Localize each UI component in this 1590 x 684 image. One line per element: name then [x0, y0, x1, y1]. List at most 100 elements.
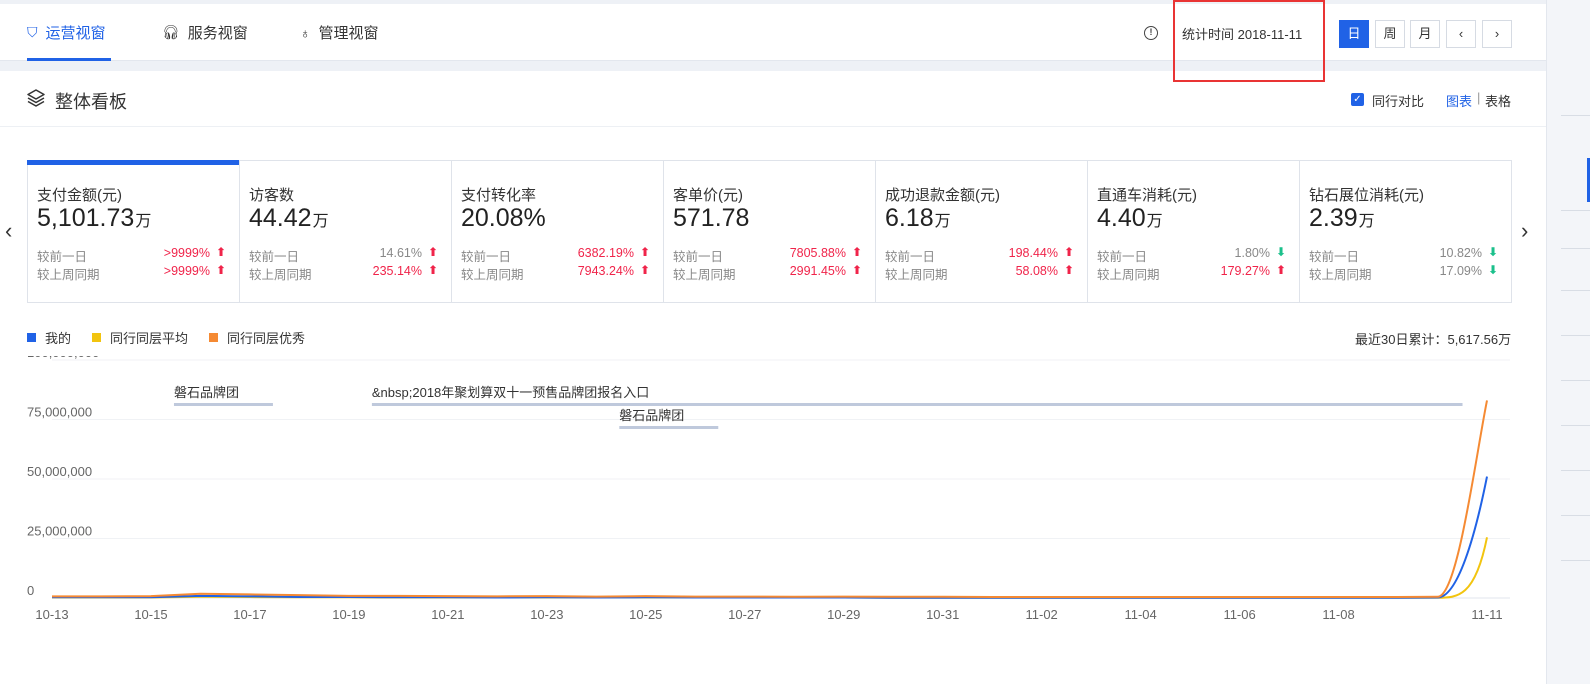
compare-label: 较上周同期 — [461, 268, 524, 282]
x-tick-label: 10-15 — [134, 607, 167, 622]
x-tick-label: 11-11 — [1471, 607, 1502, 622]
legend-label: 同行同层优秀 — [227, 330, 306, 346]
kpi-unit: 万 — [1146, 213, 1163, 230]
compare-prev-week: 较上周同期 >9999% ⬆ — [37, 263, 232, 283]
x-tick-label: 10-29 — [827, 607, 860, 622]
kpi-label: 访客数 — [249, 187, 295, 204]
kpi-value: 5,101.73万 — [37, 204, 151, 233]
strip-divider — [1561, 380, 1590, 381]
kpi-unit: 万 — [1358, 213, 1375, 230]
compare-prev-week: 较上周同期 235.14% ⬆ — [249, 263, 444, 283]
legend-item-mine[interactable]: 我的 — [27, 329, 71, 346]
kpi-unit: 万 — [934, 213, 951, 230]
arrow-up-icon: ⬆ — [215, 263, 226, 277]
legend-item-peer-average[interactable]: 同行同层平均 — [92, 329, 188, 346]
compare-percent: >9999% — [163, 246, 210, 260]
compare-prev-day: 较前一日 14.61% ⬆ — [249, 245, 444, 265]
compare-percent: 1.80% — [1234, 246, 1270, 260]
cards-next-arrow[interactable]: › — [1521, 218, 1528, 244]
series-line-peer-average — [52, 537, 1488, 599]
period-week-button[interactable]: 周 — [1375, 20, 1405, 48]
kpi-value-number: 6.18 — [885, 204, 934, 232]
compare-prev-day: 较前一日 6382.19% ⬆ — [461, 245, 656, 265]
prev-period-button[interactable]: ‹ — [1446, 20, 1476, 48]
kpi-value: 4.40万 — [1097, 204, 1163, 233]
kpi-label: 支付转化率 — [461, 187, 537, 204]
annotation-label: 磐石品牌团 — [619, 408, 684, 423]
x-tick-label: 10-31 — [926, 607, 959, 622]
x-tick-label: 10-21 — [431, 607, 464, 622]
kpi-value: 6.18万 — [885, 204, 951, 233]
kpi-value-number: 571.78 — [673, 204, 750, 232]
cards-prev-arrow[interactable]: ‹ — [5, 218, 12, 244]
compare-label: 较前一日 — [673, 250, 724, 264]
legend-item-peer-excellent[interactable]: 同行同层优秀 — [209, 329, 306, 346]
strip-divider — [1561, 248, 1590, 249]
compare-prev-day: 较前一日 1.80% ⬇ — [1097, 245, 1292, 265]
compare-label: 较上周同期 — [1097, 268, 1160, 282]
tab-operations[interactable]: ⛉ 运营视窗 — [27, 4, 111, 61]
kpi-card[interactable]: 访客数 44.42万较前一日 14.61% ⬆ 较上周同期 235.14% ⬆ — [240, 161, 452, 302]
kpi-label: 成功退款金额(元) — [885, 187, 1000, 204]
compare-percent: 6382.19% — [577, 246, 634, 260]
kpi-card[interactable]: 支付转化率 20.08% 较前一日 6382.19% ⬆ 较上周同期 7943.24% ⬆ — [452, 161, 664, 302]
compare-label: 较前一日 — [249, 250, 300, 264]
series-line-mine — [52, 476, 1488, 599]
tab-label: 运营视窗 — [45, 25, 106, 42]
compare-percent: 58.08% — [1015, 264, 1058, 278]
kpi-value: 44.42万 — [249, 204, 329, 233]
kpi-card[interactable]: 直通车消耗(元) 4.40万较前一日 1.80% ⬇ 较上周同期 179.27% ⬆ — [1088, 161, 1300, 302]
period-month-button[interactable]: 月 — [1410, 20, 1440, 48]
compare-prev-day: 较前一日 10.82% ⬇ — [1309, 245, 1504, 265]
tab-management[interactable]: ♁ 管理视窗 — [300, 4, 379, 61]
kpi-card[interactable]: 支付金额(元) 5,101.73万 较前一日 >9999% ⬆ 较上周同期 >9999% ⬆ — [27, 160, 240, 302]
compare-percent: >9999% — [163, 264, 210, 278]
kpi-value: 571.78 — [673, 204, 749, 233]
y-tick-label: 75,000,000 — [27, 405, 92, 420]
next-period-button[interactable]: › — [1482, 20, 1512, 48]
kpi-cards: 支付金额(元) 5,101.73万 较前一日 >9999% ⬆ 较上周同期 >9999% ⬆ 访… — [27, 160, 1512, 303]
kpi-label: 钻石展位消耗(元) — [1309, 187, 1424, 204]
arrow-up-icon: ⬆ — [1063, 263, 1074, 277]
arrow-up-icon: ⬆ — [639, 245, 650, 259]
compare-label: 较上周同期 — [673, 268, 736, 282]
view-table-link[interactable]: 表格 — [1485, 91, 1511, 110]
x-tick-label: 10-19 — [332, 607, 365, 622]
legend-swatch — [92, 332, 101, 342]
compare-prev-day: 较前一日 198.44% ⬆ — [885, 245, 1080, 265]
strip-divider — [1561, 515, 1590, 516]
annotation-label: 磐石品牌团 — [174, 385, 239, 400]
kpi-card[interactable]: 钻石展位消耗(元) 2.39万 较前一日 10.82% ⬇ 较上周同期 17.09% ⬇ — [1300, 161, 1511, 302]
compare-label: 较上周同期 — [249, 268, 312, 282]
peer-compare-checkbox[interactable]: ✓ — [1351, 93, 1364, 106]
compare-label: 较前一日 — [1097, 250, 1148, 264]
y-tick-label: 0 — [27, 583, 34, 598]
series-line-peer-excellent — [52, 400, 1488, 599]
compare-prev-week: 较上周同期 17.09% ⬇ — [1309, 263, 1504, 283]
kpi-card[interactable]: 客单价(元) 571.78 较前一日 7805.88% ⬆ 较上周同期 2991.45% ⬆ — [664, 161, 876, 302]
compare-prev-week: 较上周同期 179.27% ⬆ — [1097, 263, 1292, 283]
compare-percent: 198.44% — [1008, 246, 1058, 260]
info-icon[interactable]: ! — [1144, 26, 1158, 40]
arrow-up-icon: ⬆ — [1063, 245, 1074, 259]
strip-divider — [1561, 115, 1590, 116]
view-chart-link[interactable]: 图表 — [1446, 91, 1472, 110]
trend-line-chart[interactable]: 0 25,000,000 50,000,000 75,000,000 100,000,0… — [0, 356, 1546, 684]
kpi-value: 20.08% — [461, 204, 546, 233]
arrow-down-icon: ⬇ — [1487, 263, 1498, 277]
tab-service[interactable]: 🎧︎ 服务视窗 — [162, 4, 248, 61]
arrow-up-icon: ⬆ — [215, 245, 226, 259]
strip-divider — [1561, 560, 1590, 561]
highlight-annotation-box — [1173, 0, 1325, 82]
legend-swatch — [209, 332, 218, 342]
peer-compare-label[interactable]: 同行对比 — [1372, 91, 1424, 110]
strip-divider — [1561, 470, 1590, 471]
kpi-card[interactable]: 成功退款金额(元) 6.18万 较前一日 198.44% ⬆ 较上周同期 58.08% ⬆ — [876, 161, 1088, 302]
period-day-button[interactable]: 日 — [1339, 20, 1369, 48]
compare-label: 较前一日 — [461, 250, 512, 264]
arrow-down-icon: ⬇ — [1275, 245, 1286, 259]
compare-percent: 235.14% — [372, 264, 422, 278]
compare-prev-week: 较上周同期 2991.45% ⬆ — [673, 263, 868, 283]
arrow-up-icon: ⬆ — [427, 245, 438, 259]
kpi-label: 直通车消耗(元) — [1097, 187, 1197, 204]
